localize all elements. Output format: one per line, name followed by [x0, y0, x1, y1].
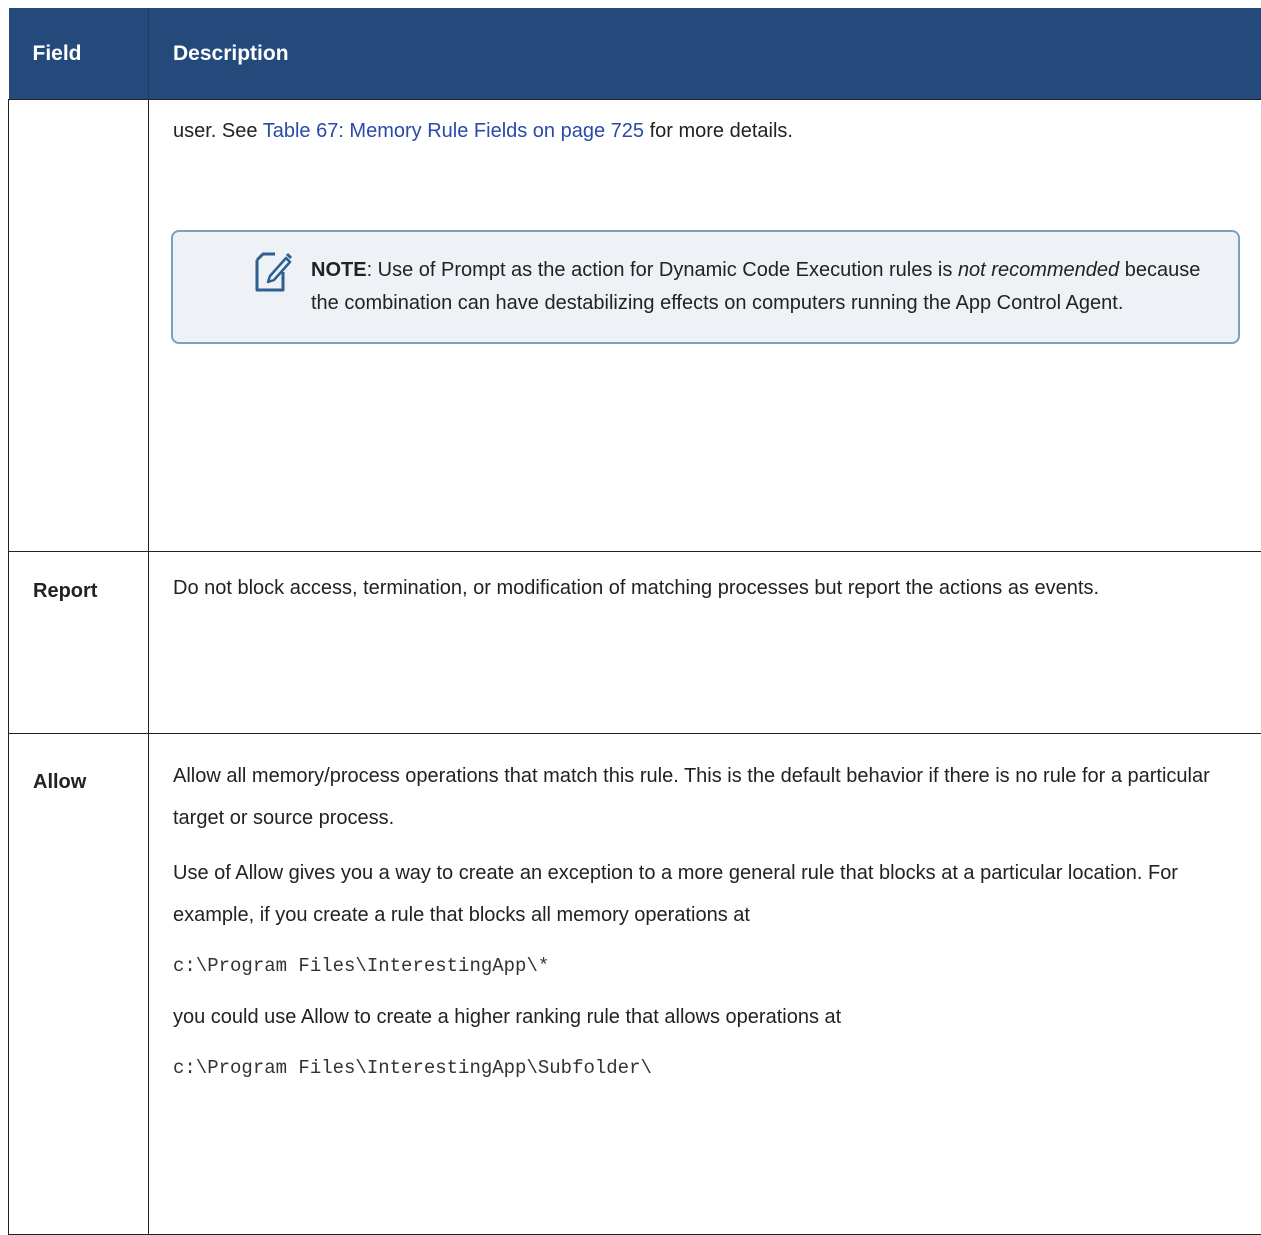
paragraph: Use of Allow gives you a way to create a…: [173, 852, 1238, 936]
text: for more details.: [644, 120, 793, 142]
row-field-empty: [9, 100, 149, 552]
code-path: c:\Program Files\InterestingApp\*: [173, 948, 1238, 985]
paragraph: Allow all memory/process operations that…: [173, 755, 1238, 839]
table-header-row: Field Description: [9, 8, 1261, 100]
row-description: Do not block access, termination, or mod…: [149, 552, 1261, 734]
rules-table: Field Description user. See Table 67: Me…: [8, 8, 1261, 1235]
table-row: Allow Allow all memory/process operation…: [9, 734, 1261, 1235]
note-text: NOTE: Use of Prompt as the action for Dy…: [311, 259, 1200, 314]
header-field: Field: [9, 8, 149, 100]
table-row: Report Do not block access, termination,…: [9, 552, 1261, 734]
note-pencil-icon: [253, 250, 293, 294]
note-box: NOTE: Use of Prompt as the action for Dy…: [171, 230, 1240, 344]
text: user. See: [173, 120, 263, 142]
paragraph: user. See Table 67: Memory Rule Fields o…: [173, 113, 1238, 150]
row-description: Allow all memory/process operations that…: [149, 734, 1261, 1235]
row-field-report: Report: [9, 552, 149, 734]
text: : Use of Prompt as the action for Dynami…: [367, 259, 958, 281]
row-field-allow: Allow: [9, 734, 149, 1235]
note-label: NOTE: [311, 259, 367, 281]
paragraph: you could use Allow to create a higher r…: [173, 999, 1238, 1036]
table-row: user. See Table 67: Memory Rule Fields o…: [9, 100, 1261, 552]
memory-rule-fields-link[interactable]: Table 67: Memory Rule Fields on page 725: [263, 120, 644, 142]
paragraph: Do not block access, termination, or mod…: [173, 562, 1238, 614]
note-emphasis: not recommended: [958, 259, 1119, 281]
field-description-table: Field Description user. See Table 67: Me…: [8, 8, 1261, 1235]
code-path: c:\Program Files\InterestingApp\Subfolde…: [173, 1050, 1238, 1087]
header-description: Description: [149, 8, 1261, 100]
row-description: user. See Table 67: Memory Rule Fields o…: [149, 100, 1261, 552]
